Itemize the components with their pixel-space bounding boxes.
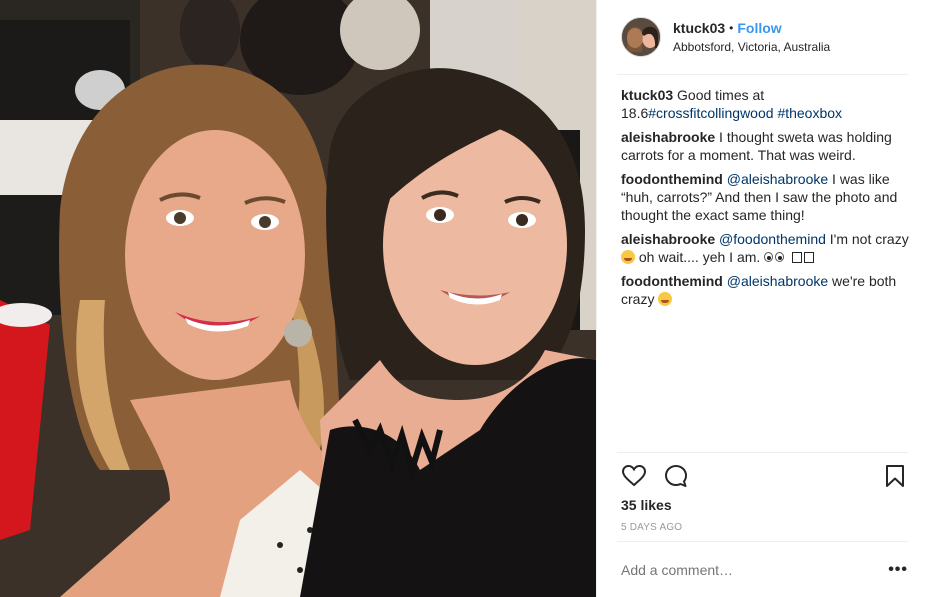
add-comment-row: ••• [621,560,908,580]
avatar-image [622,18,660,56]
selfie-photo-illustration [0,0,596,597]
more-options-button[interactable]: ••• [888,562,908,578]
mention-link[interactable]: @foodonthemind [719,231,826,247]
comment-username[interactable]: aleishabrooke [621,231,715,247]
comment-username[interactable]: foodonthemind [621,273,723,289]
separator-dot: • [729,21,734,35]
bookmark-icon[interactable] [882,463,908,489]
comment-username[interactable]: foodonthemind [621,171,723,187]
mention-link[interactable]: @aleishabrooke [727,171,828,187]
follow-button[interactable]: Follow [737,20,781,36]
comment-text: oh wait.... yeh I am. [635,249,761,265]
like-count[interactable]: 35 likes [621,497,672,513]
comment-list: ktuck03 Good times at 18.6#crossfitcolli… [621,86,911,314]
comment-divider [617,541,908,542]
list-item: foodonthemind @aleishabrooke we're both … [621,272,911,308]
hashtag-link[interactable]: #theoxbox [777,105,842,121]
actions-divider [617,452,908,453]
header-divider [617,74,908,75]
action-bar [621,462,908,490]
post-header: ktuck03 • Follow Abbotsford, Victoria, A… [621,15,908,59]
unknown-glyph-icon [792,252,803,263]
header-row: ktuck03 • Follow [673,20,830,36]
comment-username[interactable]: aleishabrooke [621,129,715,145]
comment-username[interactable]: ktuck03 [621,87,673,103]
crazy-face-emoji-icon [658,292,673,306]
avatar[interactable] [621,17,661,57]
comment-input[interactable] [621,562,889,578]
list-item: ktuck03 Good times at 18.6#crossfitcolli… [621,86,911,122]
list-item: foodonthemind @aleishabrooke I was like … [621,170,911,224]
mention-link[interactable]: @aleishabrooke [727,273,828,289]
comment-bubble-icon[interactable] [663,463,689,489]
post-timestamp[interactable]: 5 DAYS AGO [621,522,682,533]
tongue-emoji-icon [621,250,635,264]
list-item: aleishabrooke I thought sweta was holdin… [621,128,911,164]
eyes-emoji-icon [764,251,786,263]
list-item: aleishabrooke @foodonthemind I'm not cra… [621,230,911,266]
header-text: ktuck03 • Follow Abbotsford, Victoria, A… [673,20,830,54]
post-location[interactable]: Abbotsford, Victoria, Australia [673,40,830,54]
post-photo[interactable] [0,0,596,597]
heart-icon[interactable] [621,463,647,489]
hashtag-link[interactable]: #crossfitcollingwood [648,105,773,121]
comment-text: I'm not crazy [825,231,909,247]
post-sidebar: ktuck03 • Follow Abbotsford, Victoria, A… [596,0,932,597]
unknown-glyph-icon [804,252,815,263]
post-username[interactable]: ktuck03 [673,20,725,36]
